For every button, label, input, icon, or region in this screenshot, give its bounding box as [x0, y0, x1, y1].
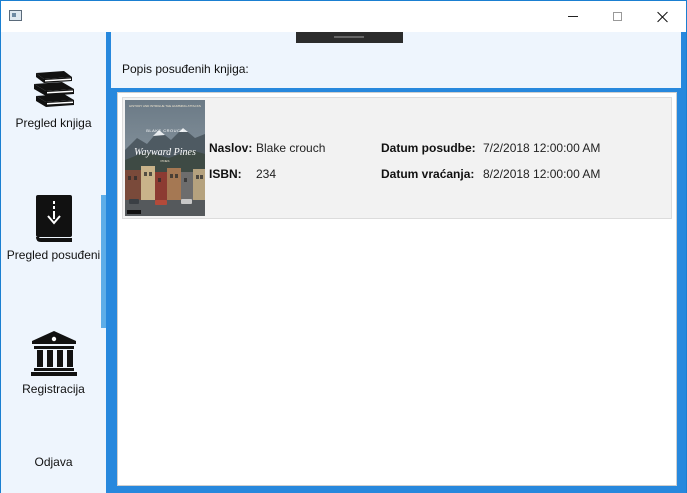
sidebar-item-label: Odjava: [34, 455, 73, 469]
list-item[interactable]: HISTORY AND INTRIGUE THE HUMMING ATTACKS…: [122, 97, 672, 219]
cover-top-text: HISTORY AND INTRIGUE THE HUMMING ATTACKS: [129, 104, 201, 108]
sidebar-item-registracija[interactable]: Registracija: [1, 329, 106, 396]
return-date-label: Datum vraćanja:: [381, 167, 475, 181]
drag-handle[interactable]: [296, 32, 403, 43]
cover-title: Wayward Pines: [134, 147, 196, 158]
sidebar-item-pregled-knjiga[interactable]: Pregled knjiga: [1, 69, 106, 130]
sidebar-item-label: Pregled posuđeni: [6, 248, 101, 262]
isbn-value: 234: [256, 167, 277, 181]
close-icon: [657, 11, 669, 23]
title-value: Blake crouch: [256, 141, 326, 155]
return-date-value: 8/2/2018 12:00:00 AM: [483, 167, 601, 181]
cover-author: BLAKE CROUCH: [146, 128, 184, 133]
book-download-icon: [35, 195, 72, 242]
page-title: Popis posuđenih knjiga:: [122, 62, 249, 76]
sidebar-item-odjava[interactable]: Odjava: [1, 455, 106, 469]
isbn-label: ISBN:: [209, 167, 242, 181]
sidebar-item-label: Pregled knjiga: [15, 116, 92, 130]
app-window-icon: [9, 10, 22, 21]
borrow-date-value: 7/2/2018 12:00:00 AM: [483, 141, 601, 155]
main-content: Popis posuđenih knjiga: HISTORY AND INTR…: [106, 32, 686, 493]
sidebar-item-pregled-posudeni[interactable]: Pregled posuđeni: [1, 195, 106, 262]
sidebar: Pregled knjiga Pregled posuđeni Registra…: [1, 32, 106, 493]
minimize-icon: [568, 16, 578, 17]
book-cover-image: HISTORY AND INTRIGUE THE HUMMING ATTACKS…: [125, 100, 205, 216]
maximize-button[interactable]: [594, 1, 640, 32]
close-button[interactable]: [640, 1, 686, 32]
borrow-date-label: Datum posudbe:: [381, 141, 476, 155]
title-label: Naslov:: [209, 141, 253, 155]
minimize-button[interactable]: [550, 1, 596, 32]
title-bar[interactable]: [1, 1, 686, 32]
borrowed-books-list[interactable]: HISTORY AND INTRIGUE THE HUMMING ATTACKS…: [117, 92, 677, 486]
header-panel: Popis posuđenih knjiga:: [111, 32, 681, 88]
books-stack-icon: [33, 71, 74, 107]
maximize-icon: [612, 12, 622, 21]
sidebar-item-label: Registracija: [22, 382, 85, 396]
bank-building-icon: [30, 331, 77, 376]
cover-subtitle: PINES: [160, 159, 169, 163]
app-window: Pregled knjiga Pregled posuđeni Registra…: [0, 0, 687, 493]
